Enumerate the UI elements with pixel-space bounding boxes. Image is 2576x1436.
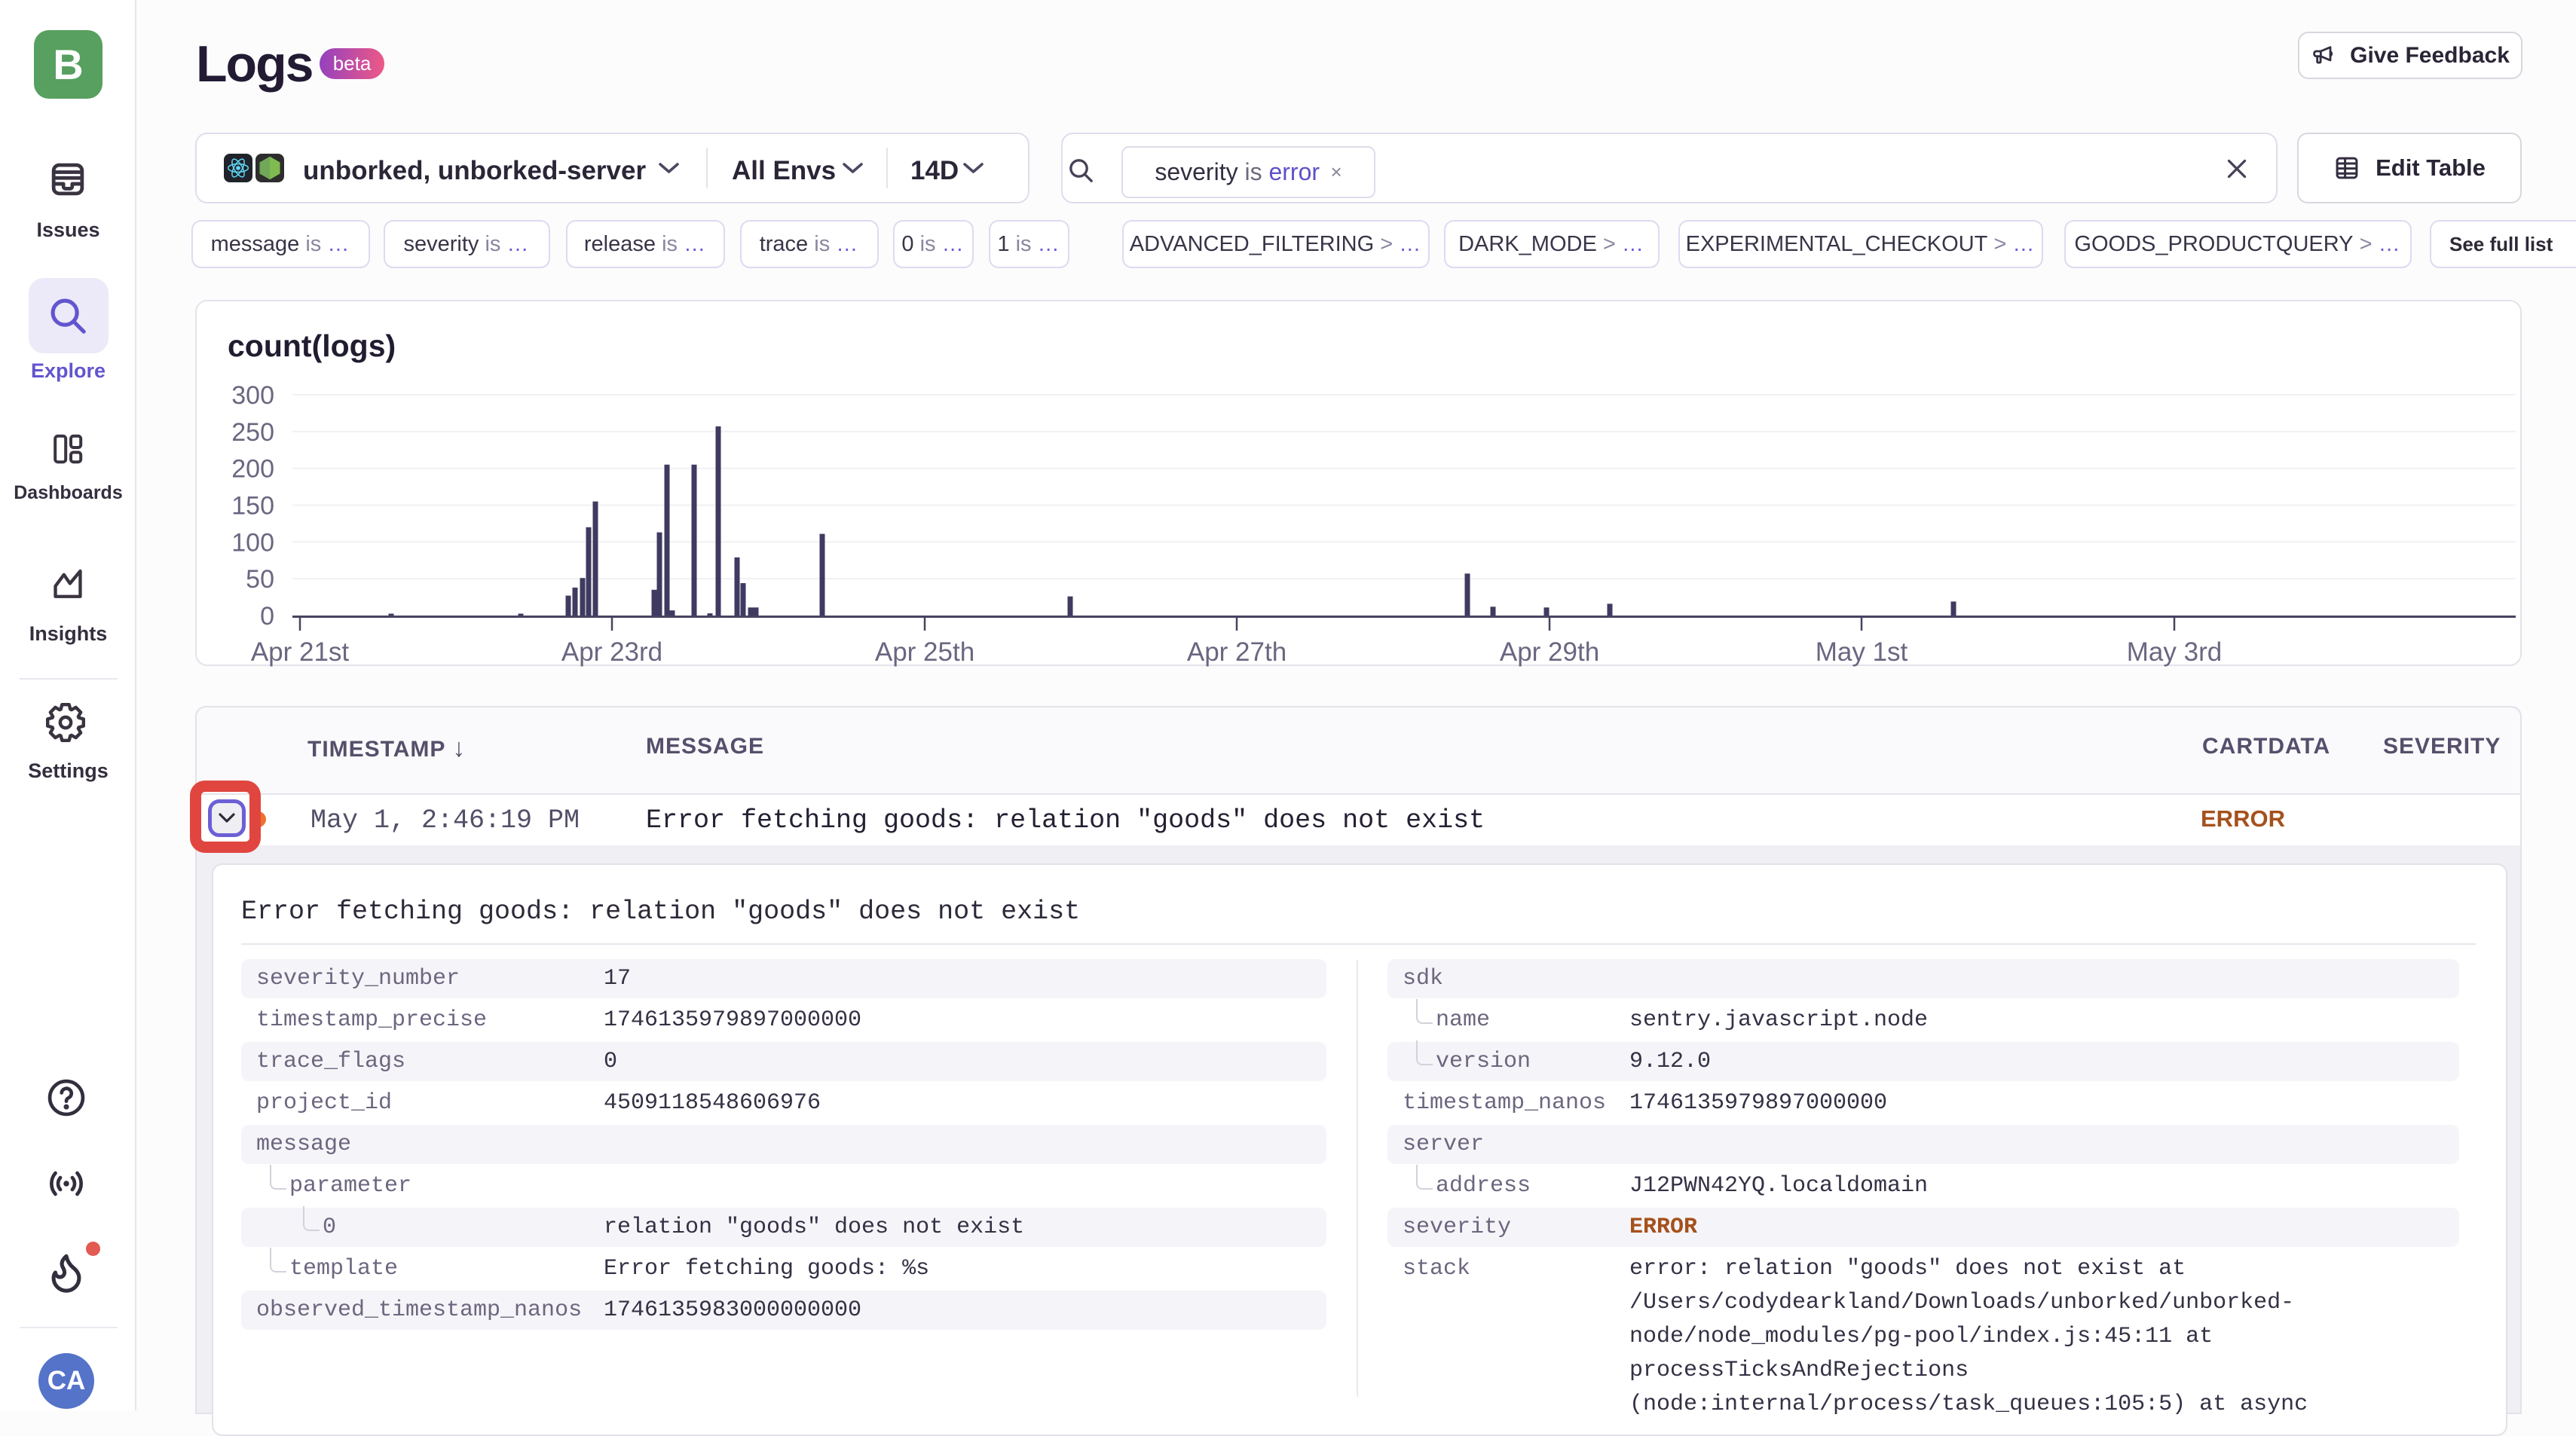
svg-text:Apr 25th: Apr 25th	[875, 637, 974, 667]
svg-text:300: 300	[231, 381, 274, 410]
svg-text:200: 200	[231, 455, 274, 484]
svg-text:50: 50	[246, 565, 274, 594]
svg-text:May 3rd: May 3rd	[2127, 637, 2222, 667]
svg-text:Apr 21st: Apr 21st	[251, 637, 350, 667]
svg-text:Apr 29th: Apr 29th	[1500, 637, 1599, 667]
svg-text:150: 150	[231, 492, 274, 521]
svg-text:0: 0	[260, 602, 274, 631]
svg-text:Apr 27th: Apr 27th	[1187, 637, 1286, 667]
svg-text:100: 100	[231, 528, 274, 557]
svg-text:250: 250	[231, 418, 274, 447]
svg-text:May 1st: May 1st	[1816, 637, 1908, 667]
svg-text:Apr 23rd: Apr 23rd	[561, 637, 662, 667]
